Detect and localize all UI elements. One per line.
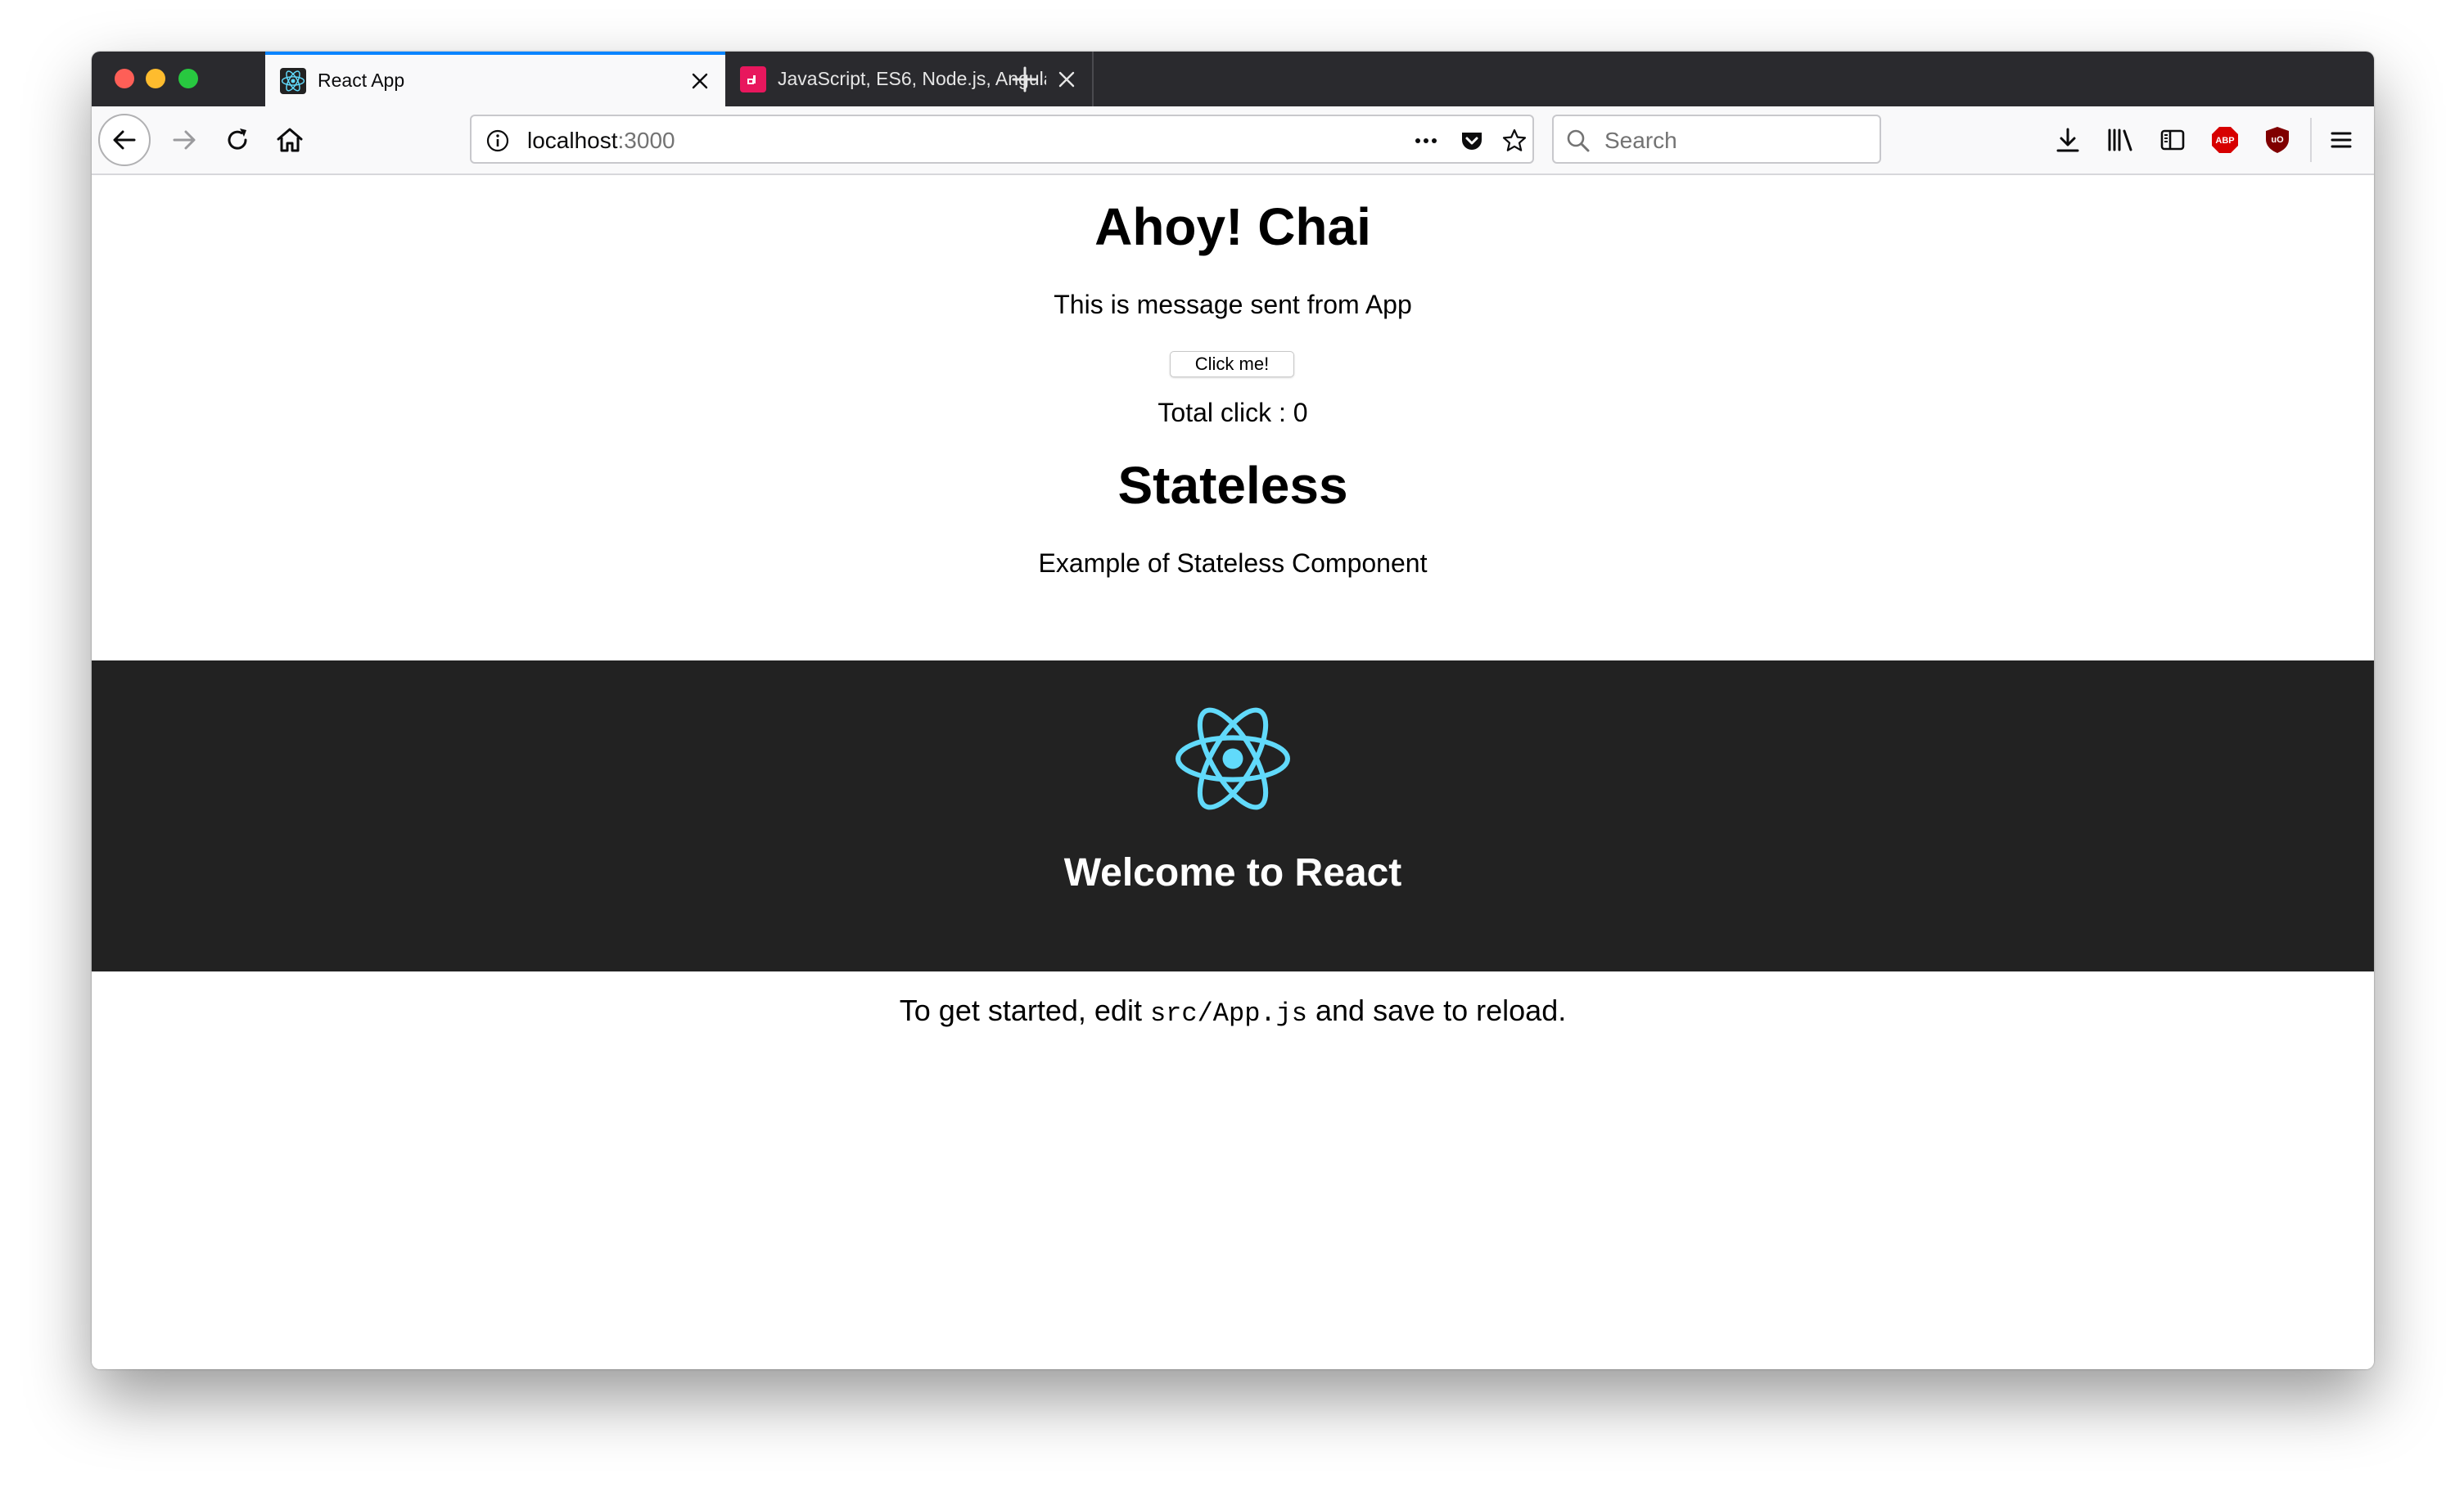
url-bar[interactable]: localhost:3000: [470, 115, 1534, 164]
zoom-window-button[interactable]: [178, 69, 198, 88]
close-window-button[interactable]: [115, 69, 134, 88]
react-logo-icon: [1176, 707, 1290, 810]
intro-after: and save to reload.: [1307, 994, 1567, 1027]
forward-arrow-icon: [173, 130, 196, 150]
back-arrow-icon: [113, 130, 136, 150]
reload-icon: [228, 128, 247, 150]
site-favicon-icon: [740, 65, 766, 92]
intro-code: src/App.js: [1149, 998, 1307, 1029]
ublock-origin-icon[interactable]: uO: [2263, 125, 2292, 155]
tab-bar: React App JavaScript, ES6, Node.js, Angu…: [92, 52, 2374, 106]
app-header: Welcome to React: [92, 660, 2374, 971]
home-icon: [277, 128, 303, 152]
stateless-text: Example of Stateless Component: [1038, 548, 1428, 578]
sidebar-icon[interactable]: [2158, 125, 2187, 155]
navigation-toolbar: localhost:3000 Search ABP uO: [92, 106, 2374, 175]
close-tab-icon[interactable]: [1056, 69, 1077, 90]
tab-title: JavaScript, ES6, Node.js, Angular: [778, 68, 1046, 89]
url-text: localhost:3000: [527, 128, 675, 154]
search-icon: [1567, 129, 1590, 152]
tab-react-app[interactable]: React App: [265, 52, 725, 106]
page-actions-icon[interactable]: [1413, 128, 1439, 154]
reload-button[interactable]: [211, 114, 264, 166]
adblock-plus-icon[interactable]: ABP: [2210, 125, 2240, 155]
welcome-title: Welcome to React: [1063, 851, 1402, 895]
url-host: localhost: [527, 128, 618, 153]
svg-text:uO: uO: [2271, 135, 2284, 145]
bookmark-star-icon[interactable]: [1501, 128, 1528, 154]
tab-title: React App: [318, 70, 405, 91]
download-icon[interactable]: [2053, 125, 2083, 155]
forward-button[interactable]: [159, 114, 211, 166]
total-click-value: 0: [1293, 398, 1308, 427]
minimize-window-button[interactable]: [146, 69, 165, 88]
browser-window: React App JavaScript, ES6, Node.js, Angu…: [92, 52, 2374, 1369]
site-info-icon[interactable]: [485, 128, 511, 154]
close-tab-icon[interactable]: [689, 70, 711, 92]
message-text: This is message sent from App: [1054, 290, 1412, 319]
stateless-heading: Stateless: [1117, 456, 1348, 515]
intro-before: To get started, edit: [899, 994, 1150, 1027]
url-port: :3000: [617, 128, 675, 153]
menu-icon[interactable]: [2326, 125, 2356, 155]
library-icon[interactable]: [2105, 125, 2135, 155]
react-favicon-icon: [280, 67, 306, 94]
new-tab-icon[interactable]: [1010, 65, 1040, 94]
search-placeholder: Search: [1604, 128, 1677, 153]
toolbar-divider: [2310, 118, 2312, 162]
total-click-text: Total click : 0: [92, 398, 2374, 428]
total-click-label: Total click :: [1158, 398, 1293, 427]
intro-text: To get started, edit src/App.js and save…: [92, 994, 2374, 1029]
back-button[interactable]: [98, 114, 151, 166]
page-content: Ahoy! Chai This is message sent from App…: [92, 175, 2374, 1369]
pocket-icon[interactable]: [1459, 128, 1485, 154]
home-button[interactable]: [264, 114, 316, 166]
search-bar[interactable]: Search: [1552, 115, 1881, 164]
click-me-button[interactable]: Click me!: [1170, 351, 1294, 377]
svg-text:ABP: ABP: [2215, 136, 2234, 146]
page-title: Ahoy! Chai: [1094, 197, 1371, 256]
